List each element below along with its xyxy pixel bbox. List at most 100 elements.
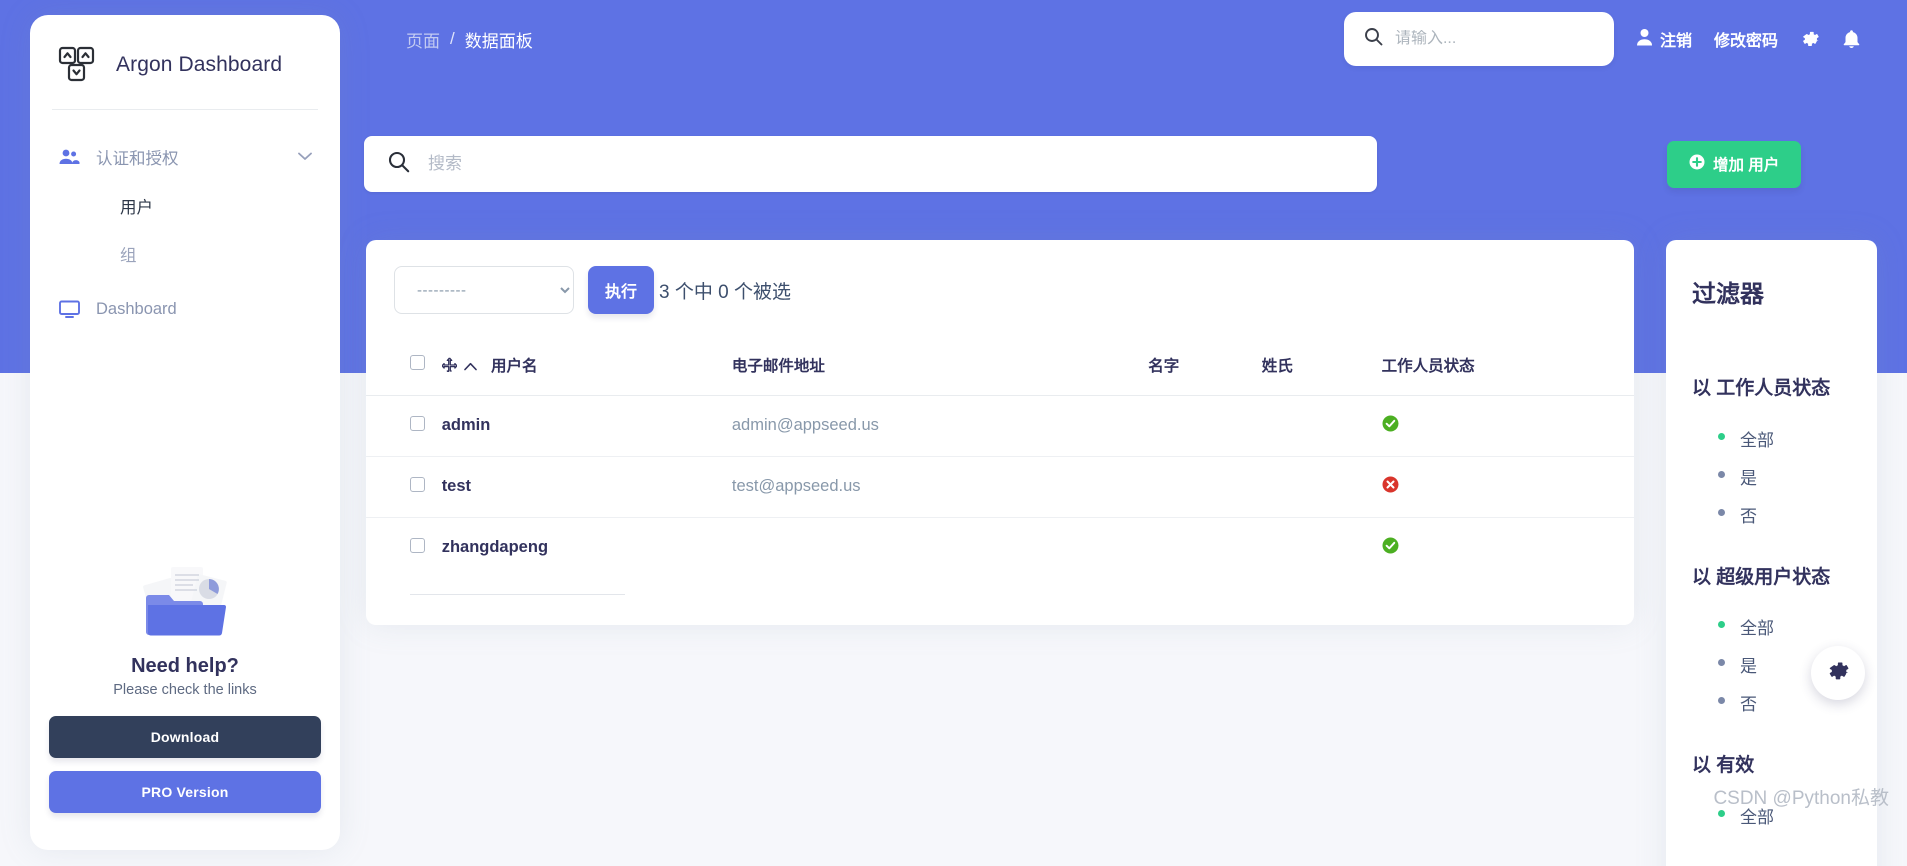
column-header-last-name[interactable]: 姓氏: [1261, 340, 1382, 396]
users-table-body: admin admin@appseed.us test test@appseed…: [366, 395, 1634, 578]
filter-option[interactable]: 否: [1718, 496, 1851, 534]
table-row[interactable]: zhangdapeng: [366, 517, 1634, 578]
cell-username[interactable]: zhangdapeng: [442, 517, 732, 578]
filter-group-superuser-status: 以 超级用户状态 全部 是 否: [1692, 564, 1851, 723]
filter-group-title: 以 超级用户状态: [1692, 566, 1831, 588]
help-subtitle: Please check the links: [113, 682, 257, 698]
sidebar-item-groups[interactable]: 组: [30, 230, 340, 278]
breadcrumb-separator: /: [450, 29, 455, 48]
top-search-box[interactable]: [1343, 12, 1614, 66]
filter-option[interactable]: 全部: [1718, 420, 1851, 458]
top-search-input[interactable]: [1394, 30, 1594, 48]
filter-group-staff-status: 以 工作人员状态 全部 是 否: [1692, 375, 1851, 534]
cell-email: [732, 517, 1148, 578]
sidebar-item-auth[interactable]: 认证和授权: [30, 132, 340, 182]
filter-group-title: 以 有效: [1692, 755, 1755, 776]
brand-title: Argon Dashboard: [116, 53, 283, 76]
row-checkbox[interactable]: [410, 415, 425, 431]
column-header-staff-status[interactable]: 工作人员状态: [1381, 340, 1634, 396]
bell-icon[interactable]: [1842, 29, 1861, 50]
folder-documents-icon: [143, 567, 227, 636]
content-toolbar: 增加 用户: [364, 136, 1907, 192]
pro-version-button[interactable]: PRO Version: [49, 771, 321, 813]
table-row[interactable]: test test@appseed.us: [366, 456, 1634, 518]
users-table-head: 用户名 电子邮件地址 名字 姓氏 工作人员状态: [366, 340, 1634, 396]
sidebar-item-auth-label: 认证和授权: [96, 150, 179, 168]
cell-last-name: [1262, 517, 1382, 578]
monitor-icon: [58, 298, 80, 320]
cell-first-name: [1148, 456, 1262, 518]
row-select-cell: [366, 517, 442, 578]
main-search-input[interactable]: [428, 154, 1353, 174]
filter-options: 全部 是 否: [1692, 420, 1851, 534]
bulk-action-select[interactable]: ---------: [394, 266, 574, 314]
main-search-box[interactable]: [364, 136, 1377, 192]
column-header-username-label: 用户名: [491, 358, 538, 375]
filter-panel-title: 过滤器: [1692, 281, 1764, 308]
cell-first-name: [1148, 517, 1262, 578]
gear-icon[interactable]: [1800, 29, 1820, 49]
cell-email: admin@appseed.us: [731, 395, 1149, 457]
sidebar-item-dashboard[interactable]: Dashboard: [30, 278, 340, 333]
users-table: 用户名 电子邮件地址 名字 姓氏 工作人员状态 admin admin@apps…: [366, 340, 1634, 578]
user-icon: [1636, 28, 1653, 51]
sort-controls: [441, 357, 477, 377]
table-bottom-rule: [410, 593, 625, 595]
change-password-link[interactable]: 修改密码: [1714, 27, 1778, 51]
sidebar-subnav: 用户 组: [30, 182, 340, 278]
row-checkbox[interactable]: [410, 476, 425, 492]
column-header-last-name-label: 姓氏: [1261, 358, 1293, 376]
cell-staff-status: [1381, 395, 1634, 457]
row-select-cell: [366, 456, 442, 518]
chevron-down-icon[interactable]: [298, 148, 312, 166]
sidebar-item-dashboard-label: Dashboard: [96, 299, 177, 318]
status-yes-icon: [1382, 537, 1399, 558]
execute-button[interactable]: 执行: [588, 266, 655, 314]
cell-username[interactable]: admin: [441, 395, 732, 457]
cell-username[interactable]: test: [441, 456, 732, 518]
breadcrumb: 页面 / 数据面板: [406, 27, 533, 52]
arrows-alt-icon[interactable]: [441, 357, 458, 377]
filter-option[interactable]: 全部: [1718, 608, 1851, 646]
sidebar: Argon Dashboard 认证和授权 用户 组 Dashboard Nee…: [30, 15, 340, 850]
select-all-checkbox[interactable]: [410, 355, 425, 371]
watermark: CSDN @Python私教: [1713, 788, 1889, 809]
table-row[interactable]: admin admin@appseed.us: [366, 395, 1634, 457]
sidebar-help-box: Need help? Please check the links Downlo…: [30, 559, 340, 826]
column-header-email[interactable]: 电子邮件地址: [731, 340, 1149, 396]
help-title: Need help?: [131, 655, 239, 677]
download-button[interactable]: Download: [49, 716, 321, 758]
bulk-action-row: --------- 执行 3 个中 0 个被选: [366, 266, 1634, 340]
brand[interactable]: Argon Dashboard: [30, 15, 340, 109]
column-header-first-name-label: 名字: [1148, 358, 1180, 376]
column-header-email-label: 电子邮件地址: [731, 358, 825, 376]
status-yes-icon: [1382, 415, 1399, 436]
users-table-header-row: 用户名 电子邮件地址 名字 姓氏 工作人员状态: [366, 340, 1634, 396]
cell-staff-status: [1382, 517, 1634, 578]
column-header-username[interactable]: 用户名: [441, 340, 732, 396]
users-icon: [58, 146, 80, 168]
selection-count: 3 个中 0 个被选: [659, 281, 791, 303]
plus-circle-icon: [1689, 154, 1705, 175]
cell-first-name: [1148, 395, 1262, 457]
change-password-label: 修改密码: [1713, 33, 1778, 50]
cell-last-name: [1261, 395, 1382, 457]
add-user-button[interactable]: 增加 用户: [1667, 140, 1802, 188]
breadcrumb-current[interactable]: 数据面板: [465, 27, 533, 52]
row-checkbox[interactable]: [410, 537, 425, 553]
search-icon: [1364, 27, 1383, 51]
caret-up-icon[interactable]: [463, 358, 477, 376]
sidebar-item-users[interactable]: 用户: [30, 182, 340, 230]
row-select-cell: [366, 395, 442, 457]
column-header-first-name[interactable]: 名字: [1148, 340, 1262, 396]
settings-fab-button[interactable]: [1811, 646, 1865, 700]
logout-link[interactable]: 注销: [1636, 27, 1692, 51]
filter-group-title: 以 工作人员状态: [1692, 378, 1831, 399]
breadcrumb-root[interactable]: 页面: [406, 27, 440, 52]
users-table-card: --------- 执行 3 个中 0 个被选 用户名 电子邮件地址 名字 姓氏…: [366, 240, 1634, 625]
search-icon: [388, 151, 410, 178]
status-no-icon: [1382, 476, 1399, 497]
add-user-button-label: 增加 用户: [1713, 157, 1780, 174]
filter-option[interactable]: 是: [1718, 458, 1851, 496]
cell-email: test@appseed.us: [731, 456, 1149, 518]
